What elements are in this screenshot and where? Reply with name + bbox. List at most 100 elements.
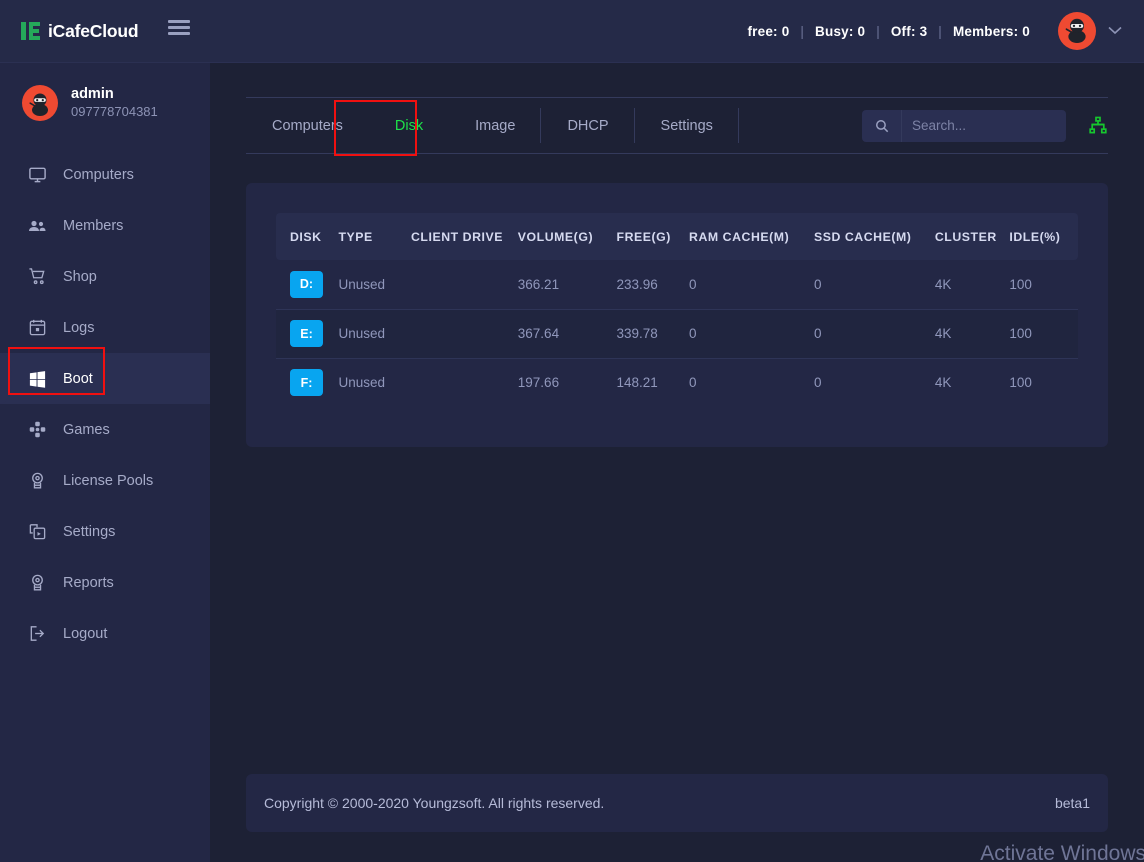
status-busy-value: 0 xyxy=(858,24,866,39)
cell-type: Unused xyxy=(338,260,411,309)
sidebar-user-id: 097778704381 xyxy=(71,103,158,121)
status-off-label: Off: xyxy=(891,24,916,39)
cell-ram-cache: 0 xyxy=(689,358,814,407)
column-header-idle: IDLE(%) xyxy=(1009,213,1078,260)
search-box[interactable] xyxy=(862,110,1066,142)
version-label: beta1 xyxy=(1055,795,1090,811)
hamburger-menu-icon[interactable] xyxy=(168,20,190,41)
column-header-volume: VOLUME(G) xyxy=(518,213,617,260)
gamepad-icon xyxy=(27,420,47,440)
tab-dhcp[interactable]: DHCP xyxy=(541,98,634,153)
sidebar-item-label: Games xyxy=(63,422,110,438)
sidebar-item-license-pools[interactable]: License Pools xyxy=(0,455,210,506)
sidebar-item-settings[interactable]: Settings xyxy=(0,506,210,557)
icafecloud-logo-icon xyxy=(20,20,42,42)
report-badge-icon xyxy=(27,573,47,593)
sidebar: iCafeCloud admin 097778704381 xyxy=(0,0,210,862)
table-header-row: DISK TYPE CLIENT DRIVE VOLUME(G) FREE(G)… xyxy=(276,213,1078,260)
footer: Copyright © 2000-2020 Youngzsoft. All ri… xyxy=(246,774,1108,832)
calendar-icon xyxy=(27,318,47,338)
sidebar-item-label: Shop xyxy=(63,269,97,285)
status-busy-label: Busy: xyxy=(815,24,854,39)
user-avatar-button[interactable] xyxy=(1058,12,1096,50)
search-icon xyxy=(862,110,902,142)
sidebar-item-reports[interactable]: Reports xyxy=(0,557,210,608)
column-header-ram-cache: RAM CACHE(M) xyxy=(689,213,814,260)
status-separator: | xyxy=(800,24,804,39)
sidebar-item-boot[interactable]: Boot xyxy=(0,353,210,404)
sidebar-item-label: Settings xyxy=(63,524,115,540)
status-free-value: 0 xyxy=(782,24,790,39)
cell-type: Unused xyxy=(338,358,411,407)
sitemap-icon[interactable] xyxy=(1088,116,1108,136)
cell-cluster: 4K xyxy=(935,358,1010,407)
tab-label: Disk xyxy=(395,118,423,134)
content-area: Computers Disk Image DHCP Settings xyxy=(210,63,1144,862)
sidebar-item-computers[interactable]: Computers xyxy=(0,149,210,200)
sidebar-user[interactable]: admin 097778704381 xyxy=(0,63,210,143)
column-header-client-drive: CLIENT DRIVE xyxy=(411,213,518,260)
chevron-down-icon[interactable] xyxy=(1108,24,1122,38)
sidebar-item-label: Boot xyxy=(63,371,93,387)
sidebar-user-meta: admin 097778704381 xyxy=(71,86,158,121)
tab-disk[interactable]: Disk xyxy=(369,98,449,153)
disk-badge: F: xyxy=(290,369,323,396)
column-header-ssd-cache: SSD CACHE(M) xyxy=(814,213,935,260)
cell-type: Unused xyxy=(338,309,411,358)
app-root: iCafeCloud admin 097778704381 xyxy=(0,0,1144,862)
tab-computers[interactable]: Computers xyxy=(246,98,369,153)
main-area: free: 0 | Busy: 0 | Off: 3 | Members: 0 xyxy=(210,0,1144,862)
cell-client-drive xyxy=(411,309,518,358)
column-header-cluster: CLUSTER xyxy=(935,213,1010,260)
disk-badge: E: xyxy=(290,320,323,347)
ninja-avatar-icon xyxy=(22,85,58,121)
cell-volume: 197.66 xyxy=(518,358,617,407)
status-separator: | xyxy=(876,24,880,39)
cell-idle: 100 xyxy=(1009,358,1078,407)
cell-volume: 366.21 xyxy=(518,260,617,309)
sidebar-item-logout[interactable]: Logout xyxy=(0,608,210,659)
cell-ssd-cache: 0 xyxy=(814,309,935,358)
tab-image[interactable]: Image xyxy=(449,98,541,153)
status-members-label: Members: xyxy=(953,24,1018,39)
layers-icon xyxy=(27,522,47,542)
sidebar-item-shop[interactable]: Shop xyxy=(0,251,210,302)
cell-idle: 100 xyxy=(1009,309,1078,358)
cell-client-drive xyxy=(411,358,518,407)
tab-label: DHCP xyxy=(567,118,608,134)
tab-settings[interactable]: Settings xyxy=(635,98,739,153)
column-header-free: FREE(G) xyxy=(617,213,690,260)
disk-table: DISK TYPE CLIENT DRIVE VOLUME(G) FREE(G)… xyxy=(276,213,1078,407)
brand-name: iCafeCloud xyxy=(48,21,138,42)
top-bar: free: 0 | Busy: 0 | Off: 3 | Members: 0 xyxy=(210,0,1144,63)
tab-bar-tools xyxy=(862,98,1108,153)
activate-windows-watermark: Activate Windows xyxy=(944,828,1144,862)
sidebar-item-members[interactable]: Members xyxy=(0,200,210,251)
table-row[interactable]: F: Unused 197.66 148.21 0 0 4K 100 xyxy=(276,358,1078,407)
license-badge-icon xyxy=(27,471,47,491)
cell-client-drive xyxy=(411,260,518,309)
cell-ssd-cache: 0 xyxy=(814,358,935,407)
cell-ram-cache: 0 xyxy=(689,260,814,309)
tab-label: Image xyxy=(475,118,515,134)
search-input[interactable] xyxy=(902,110,1062,142)
cell-free: 148.21 xyxy=(617,358,690,407)
sidebar-item-games[interactable]: Games xyxy=(0,404,210,455)
sidebar-item-logs[interactable]: Logs xyxy=(0,302,210,353)
cell-disk: E: xyxy=(276,309,338,358)
shopping-cart-icon xyxy=(27,267,47,287)
status-free-label: free: xyxy=(747,24,777,39)
table-header: DISK TYPE CLIENT DRIVE VOLUME(G) FREE(G)… xyxy=(276,213,1078,260)
cell-ram-cache: 0 xyxy=(689,309,814,358)
table-row[interactable]: D: Unused 366.21 233.96 0 0 4K 100 xyxy=(276,260,1078,309)
status-separator: | xyxy=(938,24,942,39)
watermark-text: Activate Windows xyxy=(980,842,1144,862)
ninja-avatar-icon xyxy=(1063,15,1091,48)
disk-table-card: DISK TYPE CLIENT DRIVE VOLUME(G) FREE(G)… xyxy=(246,183,1108,447)
cell-cluster: 4K xyxy=(935,260,1010,309)
cell-volume: 367.64 xyxy=(518,309,617,358)
logout-icon xyxy=(27,624,47,644)
column-header-type: TYPE xyxy=(338,213,411,260)
people-icon xyxy=(27,216,47,236)
table-row[interactable]: E: Unused 367.64 339.78 0 0 4K 100 xyxy=(276,309,1078,358)
